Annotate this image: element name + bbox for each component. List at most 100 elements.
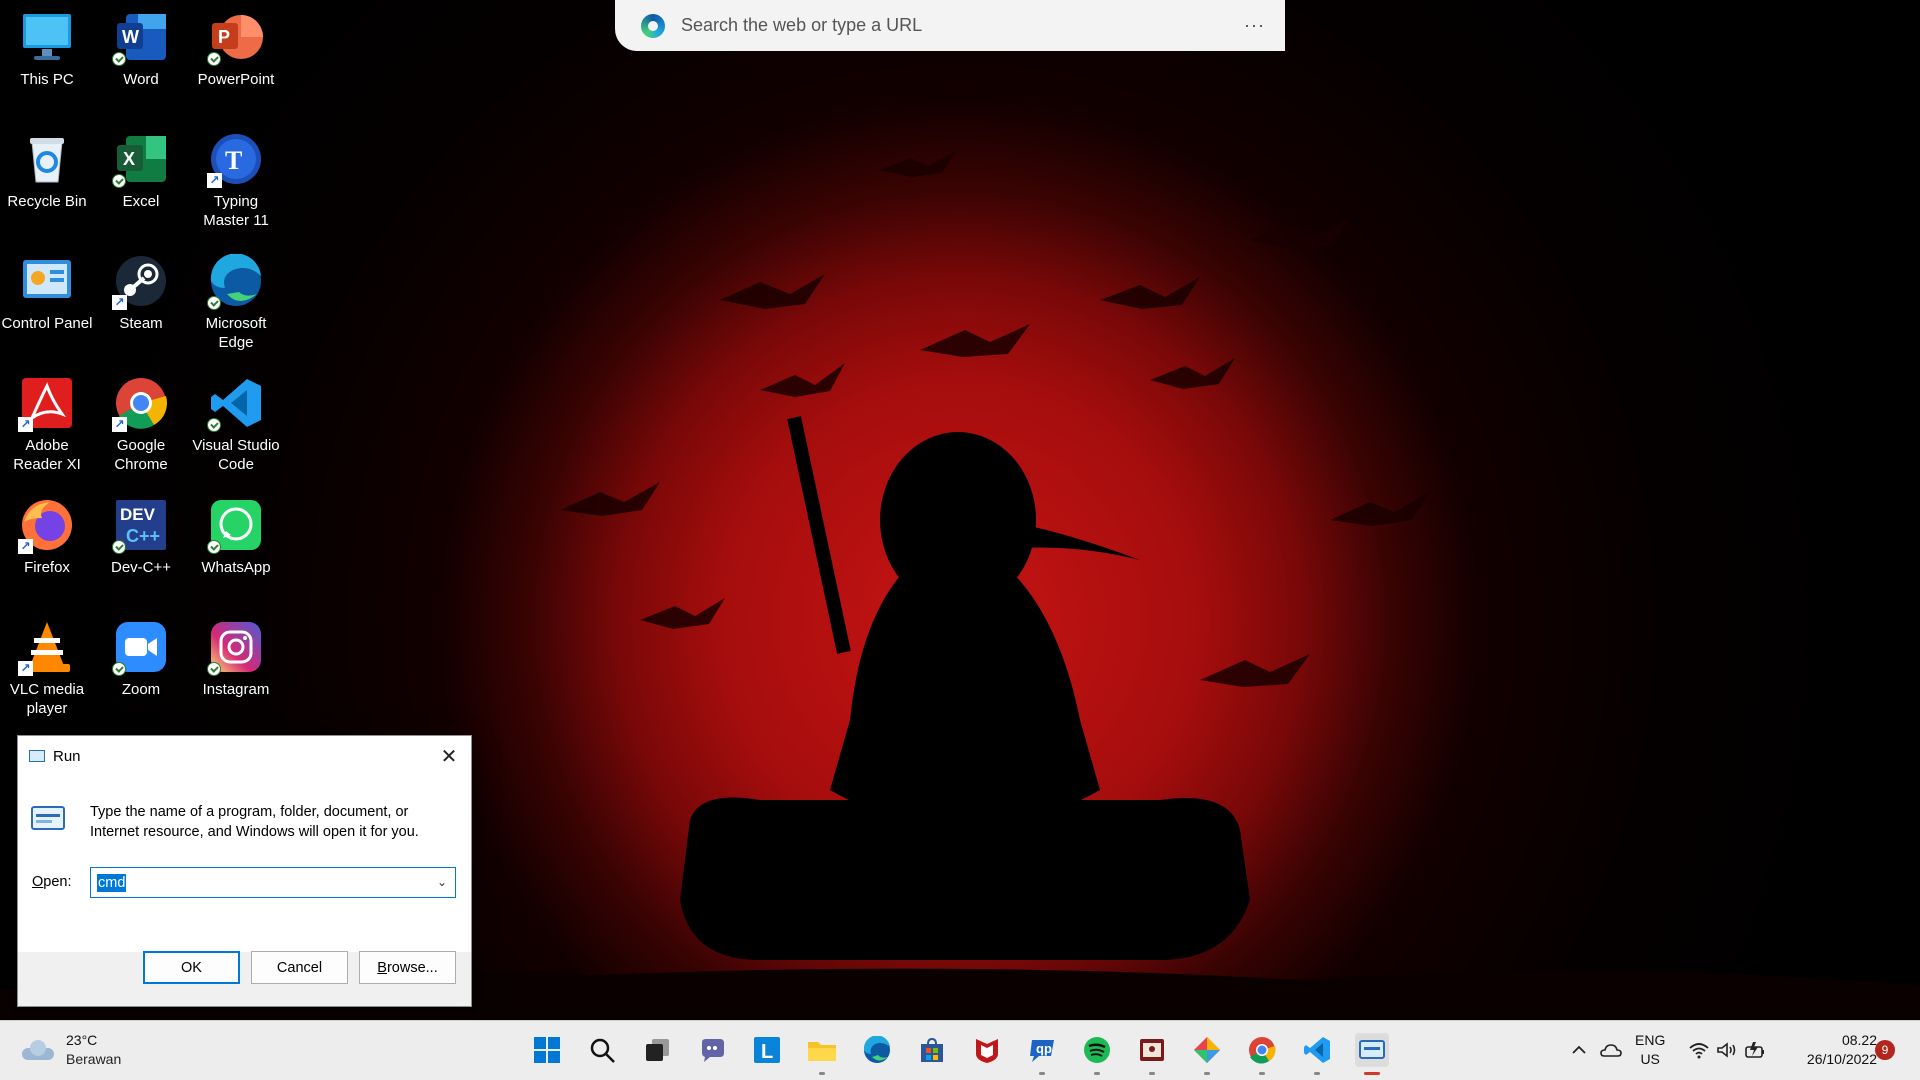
desktop-icon-this-pc[interactable]: This PC (0, 8, 94, 89)
desktop-icon-adobe-reader[interactable]: ↗ Adobe Reader XI (0, 374, 94, 474)
running-indicator (1364, 1072, 1380, 1075)
shortcut-arrow-icon: ↗ (112, 295, 127, 310)
photo-icon (1140, 1039, 1164, 1061)
notification-badge[interactable]: 9 (1875, 1040, 1895, 1060)
language-code: ENG (1635, 1032, 1666, 1048)
sync-check-icon (112, 662, 126, 676)
ok-button[interactable]: OK (143, 951, 240, 984)
desktop-icon-label: Recycle Bin (7, 193, 87, 210)
volume-icon[interactable] (1716, 1041, 1738, 1059)
taskbar-edge[interactable] (860, 1033, 894, 1067)
running-indicator (1259, 1072, 1265, 1075)
battery-charging-icon[interactable] (1744, 1040, 1768, 1060)
desktop-icon-typing-master[interactable]: T ↗ Typing Master 11 (189, 130, 283, 230)
taskbar-task-view-button[interactable] (640, 1033, 674, 1067)
clock-date: 26/10/2022 (1806, 1051, 1877, 1067)
desktop-icon-powerpoint[interactable]: P PowerPoint (189, 8, 283, 89)
desktop-icon-chrome[interactable]: ↗ Google Chrome (94, 374, 188, 474)
taskbar-store[interactable] (915, 1033, 949, 1067)
svg-text:W: W (122, 27, 139, 47)
taskbar-chrome[interactable] (1245, 1033, 1279, 1075)
mcafee-icon (976, 1039, 998, 1063)
running-indicator (1039, 1072, 1045, 1075)
language-indicator[interactable]: ENG US (1635, 1031, 1665, 1069)
chrome-icon: ↗ (112, 374, 170, 432)
desktop-icon-vlc[interactable]: ↗ VLC media player (0, 618, 94, 718)
taskbar-tools-app[interactable] (1190, 1033, 1224, 1075)
run-titlebar[interactable]: Run ✕ (18, 736, 471, 776)
chat-bubble-icon: qp (1030, 1040, 1054, 1062)
taskbar-remote-app[interactable]: qp (1025, 1033, 1059, 1075)
chrome-icon (1249, 1037, 1276, 1064)
open-combobox[interactable]: cmd ⌄ (90, 867, 456, 898)
instagram-icon (207, 618, 265, 676)
sync-check-icon (112, 174, 126, 188)
open-input-value[interactable]: cmd (97, 873, 127, 892)
desktop-icon-excel[interactable]: X Excel (94, 130, 188, 211)
chevron-up-icon[interactable] (1570, 1041, 1588, 1059)
desktop-icon-label: Instagram (202, 681, 270, 698)
edge-icon (863, 1036, 890, 1063)
run-dialog[interactable]: Run ✕ Type the name of a program, folder… (17, 735, 472, 1007)
sync-check-icon (207, 296, 221, 310)
whatsapp-icon (207, 496, 265, 554)
desktop-icon-label: Dev-C++ (110, 559, 172, 576)
open-label: Open: (32, 874, 72, 890)
weather-widget[interactable]: 23°C Berawan (22, 1031, 121, 1069)
taskbar-vscode[interactable] (1300, 1033, 1334, 1075)
open-label-accelerator: O (32, 874, 44, 890)
browser-search-bar[interactable]: Search the web or type a URL ··· (615, 0, 1285, 51)
onedrive-cloud-icon[interactable] (1600, 1041, 1622, 1059)
close-button[interactable]: ✕ (427, 736, 471, 776)
svg-text:T: T (225, 146, 242, 175)
desktop-icon-label: PowerPoint (197, 71, 275, 88)
desktop-icon-label: Word (123, 71, 159, 88)
search-input[interactable]: Search the web or type a URL (681, 15, 1244, 36)
taskbar-file-explorer[interactable] (805, 1033, 839, 1075)
taskbar-spotify[interactable] (1080, 1033, 1114, 1075)
desktop-icon-recycle-bin[interactable]: Recycle Bin (0, 130, 94, 211)
taskbar-run[interactable] (1355, 1033, 1389, 1075)
run-body: Type the name of a program, folder, docu… (18, 776, 471, 952)
desktop-icon-label: Zoom (121, 681, 161, 698)
wifi-icon[interactable] (1688, 1041, 1710, 1059)
taskbar-chat-button[interactable] (695, 1033, 729, 1067)
sync-check-icon (207, 540, 221, 554)
store-icon (921, 1037, 943, 1062)
desktop-icon-label: Microsoft Edge (205, 315, 267, 351)
computer-icon (18, 8, 76, 66)
powerpoint-icon: P (207, 8, 265, 66)
devcpp-icon: DEV C++ (112, 496, 170, 554)
dialog-title: Run (53, 747, 81, 765)
desktop-icon-label: WhatsApp (201, 559, 271, 576)
desktop-icon-control-panel[interactable]: Control Panel (0, 252, 94, 333)
taskbar-mcafee[interactable] (970, 1033, 1004, 1067)
desktop-icon-label: Typing Master 11 (203, 193, 269, 229)
taskbar-search-button[interactable] (585, 1033, 619, 1067)
desktop-icon-word[interactable]: W Word (94, 8, 188, 89)
desktop-icon-firefox[interactable]: ↗ Firefox (0, 496, 94, 577)
more-options-button[interactable]: ··· (1244, 15, 1265, 36)
shortcut-arrow-icon: ↗ (18, 661, 33, 676)
cancel-button[interactable]: Cancel (251, 951, 348, 984)
taskbar[interactable]: 23°C Berawan L qp ENG US 08.22 26/10/202… (0, 1020, 1920, 1080)
desktop-icon-whatsapp[interactable]: WhatsApp (189, 496, 283, 577)
desktop-icon-instagram[interactable]: Instagram (189, 618, 283, 699)
shortcut-arrow-icon: ↗ (207, 173, 222, 188)
run-app-icon (31, 806, 65, 830)
svg-text:C++: C++ (126, 526, 160, 546)
desktop-icon-zoom[interactable]: Zoom (94, 618, 188, 699)
chevron-down-icon[interactable]: ⌄ (437, 875, 447, 889)
running-indicator (819, 1072, 825, 1075)
taskbar-typing-master[interactable]: L (750, 1033, 784, 1067)
browse-button[interactable]: Browse... (359, 951, 456, 984)
desktop-icon-vscode[interactable]: Visual Studio Code (189, 374, 283, 474)
clock[interactable]: 08.22 26/10/2022 (1782, 1031, 1877, 1069)
desktop-icon-devcpp[interactable]: DEV C++ Dev-C++ (94, 496, 188, 577)
desktop-icon-edge[interactable]: Microsoft Edge (189, 252, 283, 352)
task-view-icon (646, 1039, 669, 1061)
taskbar-start-button[interactable] (530, 1033, 564, 1067)
taskbar-photo-app[interactable] (1135, 1033, 1169, 1075)
running-indicator (1204, 1072, 1210, 1075)
desktop-icon-steam[interactable]: ↗ Steam (94, 252, 188, 333)
